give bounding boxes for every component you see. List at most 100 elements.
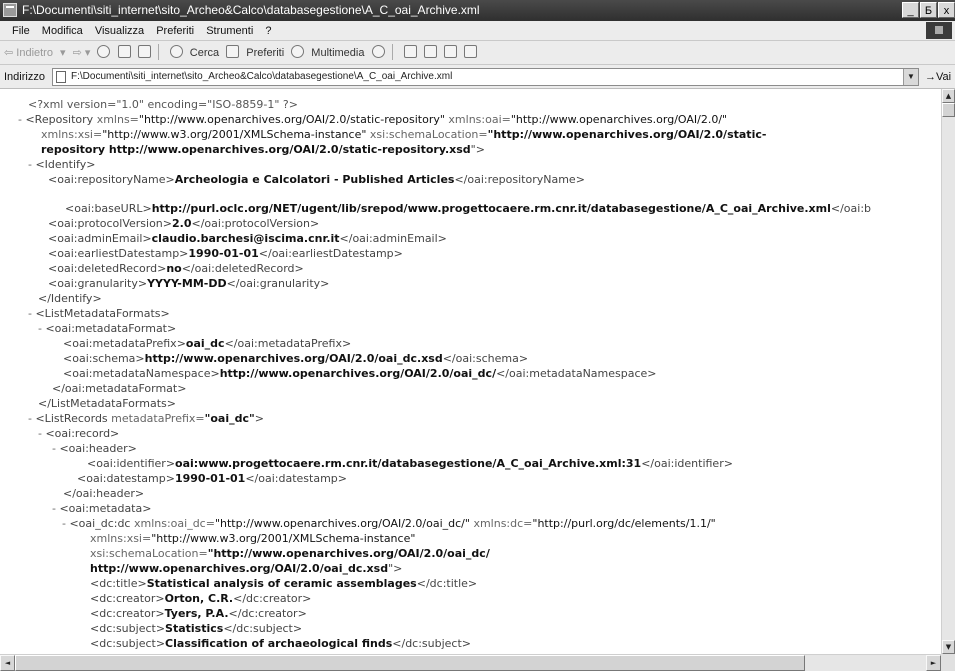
favorites-button[interactable]: Preferiti xyxy=(246,41,284,65)
xml-token: repository http://www.openarchives.org/O… xyxy=(41,143,471,156)
xml-token: Archeologia e Calcolatori - Published Ar… xyxy=(174,173,455,186)
xml-token: <oai:metadataFormat> xyxy=(45,322,177,335)
go-button[interactable]: →Vai xyxy=(925,65,951,89)
xml-line: <oai:protocolVersion>2.0</oai:protocolVe… xyxy=(48,216,319,231)
menu-modifica[interactable]: Modifica xyxy=(42,21,83,41)
favorites-icon xyxy=(226,45,240,58)
forward-icon[interactable]: ⇨ ▾ xyxy=(73,41,91,65)
xml-line: xmlns:xsi="http://www.w3.org/2001/XMLSch… xyxy=(90,531,415,546)
xml-token: </oai:metadataPrefix> xyxy=(224,337,352,350)
xml-line: </Identify> xyxy=(38,291,102,306)
xml-line: <oai:metadataNamespace>http://www.openar… xyxy=(63,366,657,381)
xml-token: </dc:title> xyxy=(416,577,478,590)
home-icon[interactable] xyxy=(137,45,151,58)
horizontal-scrollbar[interactable]: ◄ ► xyxy=(0,654,941,671)
xml-token: </oai:identifier> xyxy=(641,457,733,470)
toolbar: ⇦ Indietro ▾ ⇨ ▾ Cerca Preferiti Multime… xyxy=(0,41,955,65)
xml-token: xmlns= xyxy=(96,113,139,126)
menu-strumenti[interactable]: Strumenti xyxy=(206,21,253,41)
xml-token: 1990-01-01 xyxy=(188,247,259,260)
xml-token: oai_dc xyxy=(185,337,225,350)
vertical-scrollbar[interactable]: ▲ ▼ xyxy=(941,89,955,654)
xml-line: - <oai:header> xyxy=(52,441,137,456)
back-dropdown-icon[interactable]: ▾ xyxy=(60,41,66,65)
refresh-icon[interactable] xyxy=(117,45,131,58)
xml-token: <oai:metadata> xyxy=(59,502,152,515)
scroll-up-icon[interactable]: ▲ xyxy=(942,89,955,103)
xml-token: http://www.openarchives.org/OAI/2.0/oai_… xyxy=(144,352,443,365)
xml-token: "oai_dc" xyxy=(204,412,255,425)
xml-token: </oai:schema> xyxy=(442,352,529,365)
xml-token: <oai:earliestDatestamp> xyxy=(48,247,189,260)
minimize-button[interactable]: _ xyxy=(902,2,919,18)
window-controls: _ Б x xyxy=(902,2,955,19)
xml-token: YYYY-MM-DD xyxy=(147,277,227,290)
xml-document-view: <?xml version="1.0" encoding="ISO-8859-1… xyxy=(0,89,941,654)
scroll-left-icon[interactable]: ◄ xyxy=(0,655,15,671)
xml-token: Tyers, P.A. xyxy=(164,607,229,620)
xml-token: </dc:creator> xyxy=(233,592,312,605)
xml-token: Classification of archaeological finds xyxy=(165,637,393,650)
xml-token: </oai:deletedRecord> xyxy=(181,262,304,275)
edit-icon[interactable] xyxy=(443,45,457,58)
address-input[interactable]: F:\Documenti\siti_internet\sito_Archeo&C… xyxy=(52,68,919,86)
document-icon xyxy=(56,71,66,83)
address-dropdown-icon[interactable]: ▼ xyxy=(903,69,918,85)
discuss-icon[interactable] xyxy=(463,45,477,58)
horizontal-scroll-thumb[interactable] xyxy=(15,655,805,671)
xml-line: - <Repository xmlns="http://www.openarch… xyxy=(18,112,727,127)
xml-token: Statistics xyxy=(165,622,224,635)
xml-line: <oai:datestamp>1990-01-01</oai:datestamp… xyxy=(77,471,347,486)
browser-app-icon xyxy=(3,3,17,17)
multimedia-button[interactable]: Multimedia xyxy=(311,41,364,65)
xml-line: <dc:subject>Statistics</dc:subject> xyxy=(90,621,302,636)
search-button[interactable]: Cerca xyxy=(190,41,219,65)
xml-line: http://www.openarchives.org/OAI/2.0/oai_… xyxy=(90,561,402,576)
xml-token: <oai:protocolVersion> xyxy=(48,217,172,230)
xml-token: <ListMetadataFormats> xyxy=(35,307,170,320)
menu-help[interactable]: ? xyxy=(265,21,271,41)
menu-visualizza[interactable]: Visualizza xyxy=(95,21,144,41)
xml-line: <oai:schema>http://www.openarchives.org/… xyxy=(63,351,528,366)
history-icon[interactable] xyxy=(371,45,385,58)
xml-token: "http://www.openarchives.org/OAI/2.0/oai… xyxy=(214,517,470,530)
toolbar-separator xyxy=(157,44,159,60)
xml-token: <oai:granularity> xyxy=(48,277,148,290)
xml-token: "> xyxy=(470,143,485,156)
print-icon[interactable] xyxy=(423,45,437,58)
menu-preferiti[interactable]: Preferiti xyxy=(156,21,194,41)
xml-token: http://www.openarchives.org/OAI/2.0/oai_… xyxy=(219,367,497,380)
xml-token: <oai:schema> xyxy=(63,352,145,365)
back-button[interactable]: ⇦ Indietro xyxy=(4,41,53,65)
xml-token: xmlns:dc= xyxy=(469,517,533,530)
xml-token: claudio.barchesi@iscima.cnr.it xyxy=(151,232,340,245)
xml-line: - <ListRecords metadataPrefix="oai_dc"> xyxy=(28,411,264,426)
xml-token: oai:www.progettocaere.rm.cnr.it/database… xyxy=(175,457,642,470)
maximize-button[interactable]: Б xyxy=(920,2,937,18)
xml-line: <oai:repositoryName>Archeologia e Calcol… xyxy=(48,172,585,187)
xml-line: repository http://www.openarchives.org/O… xyxy=(41,142,485,157)
stop-icon[interactable] xyxy=(97,45,111,58)
xml-token: <oai:adminEmail> xyxy=(48,232,152,245)
xml-token: <Repository xyxy=(25,113,97,126)
multimedia-icon xyxy=(291,45,305,58)
xml-token: xmlns:xsi= xyxy=(90,532,152,545)
vertical-scroll-thumb[interactable] xyxy=(942,103,955,117)
xml-token: <oai_dc:dc xyxy=(69,517,134,530)
xml-line: <dc:title>Statistical analysis of cerami… xyxy=(90,576,477,591)
mail-icon[interactable] xyxy=(403,45,417,58)
toolbar-separator xyxy=(391,44,393,60)
scroll-right-icon[interactable]: ► xyxy=(926,655,941,671)
xml-token: xmlns:oai_dc= xyxy=(133,517,215,530)
xml-token: <oai:baseURL> xyxy=(65,202,152,215)
xml-token: <oai:metadataPrefix> xyxy=(63,337,186,350)
xml-line: - <Identify> xyxy=(28,157,95,172)
close-button[interactable]: x xyxy=(938,2,955,18)
scroll-down-icon[interactable]: ▼ xyxy=(942,640,955,654)
xml-token: </oai:datestamp> xyxy=(245,472,347,485)
menu-file[interactable]: File xyxy=(12,21,30,41)
xml-token: "> xyxy=(388,562,403,575)
xml-token: <oai:identifier> xyxy=(87,457,176,470)
xml-line: <oai:baseURL>http://purl.oclc.org/NET/ug… xyxy=(65,201,871,216)
xml-token: </dc:subject> xyxy=(392,637,472,650)
